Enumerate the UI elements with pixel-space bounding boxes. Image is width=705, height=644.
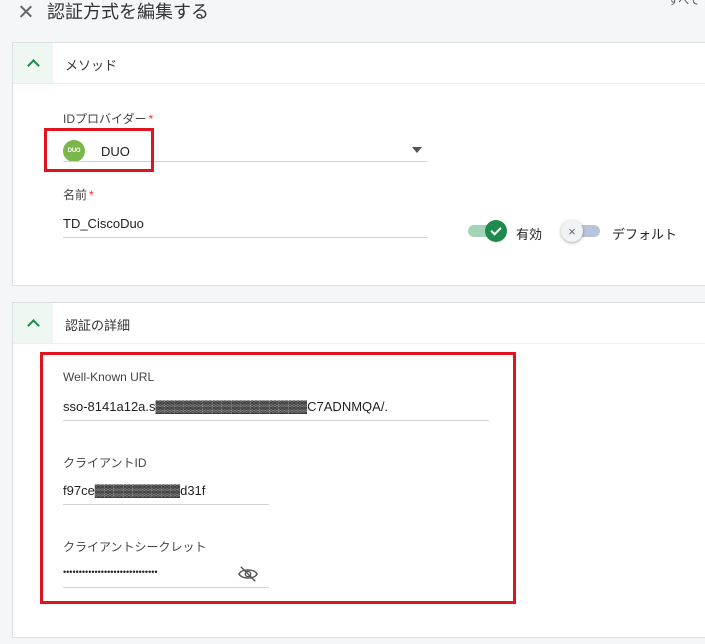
default-toggle-label: デフォルト	[612, 227, 678, 242]
default-toggle-x-icon[interactable]: ×	[561, 220, 583, 242]
method-section-header[interactable]: メソッド	[13, 43, 705, 84]
dialog-title: 認証方式を編集する	[47, 2, 209, 22]
chevron-up-icon[interactable]	[13, 43, 53, 83]
enabled-toggle-check-icon[interactable]	[485, 220, 507, 242]
enabled-toggle-label: 有効	[516, 227, 543, 242]
provider-label: IDプロバイダー *	[63, 112, 154, 126]
name-input[interactable]: TD_CiscoDuo	[63, 216, 144, 231]
name-input-underline	[63, 237, 428, 238]
method-section-title: メソッド	[65, 58, 118, 73]
details-section-header[interactable]: 認証の詳細	[13, 303, 705, 344]
corner-link[interactable]: すべて	[668, 0, 700, 8]
close-icon[interactable]	[16, 2, 36, 22]
highlight-box-provider	[44, 128, 154, 172]
dropdown-caret-icon[interactable]	[412, 147, 422, 153]
name-label: 名前 *	[63, 188, 94, 202]
highlight-box-details	[40, 352, 516, 604]
details-section-title: 認証の詳細	[65, 318, 131, 333]
chevron-up-icon[interactable]	[13, 303, 53, 343]
